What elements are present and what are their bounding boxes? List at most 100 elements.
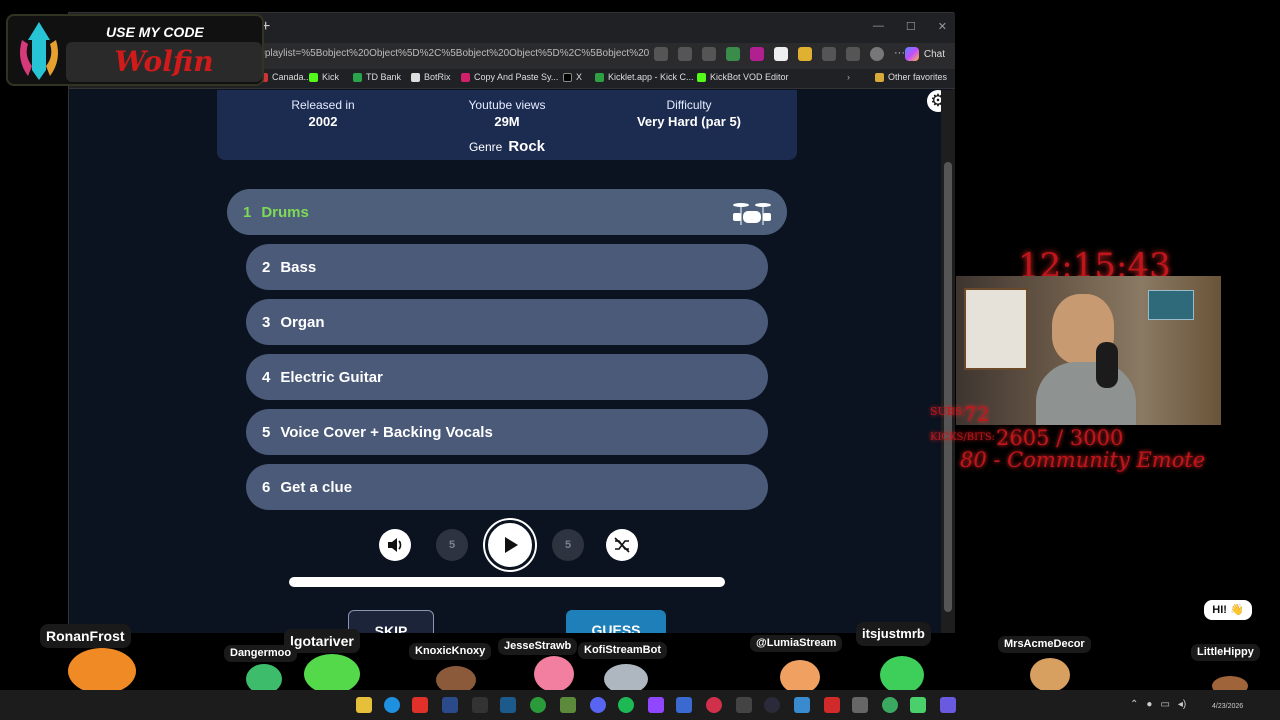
goal-text: 80 - Community Emote	[960, 448, 1206, 472]
released-info: Released in 2002	[291, 98, 355, 129]
track-drums[interactable]: 1 Drums	[227, 189, 787, 235]
play-button[interactable]	[485, 520, 535, 570]
track-organ[interactable]: 3 Organ	[246, 299, 768, 345]
chatter-name: KofiStreamBot	[578, 642, 668, 659]
streaming-app-icon[interactable]	[648, 697, 664, 713]
pin-app-icon[interactable]	[706, 697, 722, 713]
other-favorites[interactable]: Other favorites	[875, 72, 947, 82]
chatter-name: RonanFrost	[40, 624, 131, 648]
bookmark[interactable]: X	[563, 72, 582, 82]
edge-icon[interactable]	[384, 697, 400, 713]
copilot-icon	[904, 47, 919, 61]
kicks-label: KICKS/BITS:	[930, 432, 995, 443]
app-icon[interactable]	[736, 697, 752, 713]
chevron-up-icon[interactable]: ⌃	[1130, 699, 1138, 710]
bookmarks-overflow-icon[interactable]: ›	[847, 72, 850, 82]
app-icon[interactable]	[794, 697, 810, 713]
subs-label: SUBS:	[930, 405, 967, 418]
forward-5-button[interactable]: 5	[552, 529, 584, 561]
refresh-extension-icon[interactable]	[822, 47, 836, 61]
close-icon[interactable]: ✕	[938, 20, 947, 33]
bookmark[interactable]: Kicklet.app - Kick C...	[595, 72, 694, 82]
xbox-icon[interactable]	[530, 697, 546, 713]
track-electric-guitar[interactable]: 4 Electric Guitar	[246, 354, 768, 400]
volume-icon[interactable]: ◂)	[1178, 699, 1186, 710]
track-get-a-clue[interactable]: 6 Get a clue	[246, 464, 768, 510]
discord-icon[interactable]	[590, 697, 606, 713]
app-icon[interactable]	[442, 697, 458, 713]
rewind-5-button[interactable]: 5	[436, 529, 468, 561]
bookmark[interactable]: TD Bank	[353, 72, 401, 82]
obs-icon[interactable]	[764, 697, 780, 713]
bookmark[interactable]: Copy And Paste Sy...	[461, 72, 558, 82]
extension-icon[interactable]	[726, 47, 740, 61]
bookmark[interactable]: Canada...	[259, 72, 311, 82]
steam-icon[interactable]	[500, 697, 516, 713]
spotify-icon[interactable]	[618, 697, 634, 713]
vivaldi-icon[interactable]	[412, 697, 428, 713]
extension-icon[interactable]	[750, 47, 764, 61]
bookmark[interactable]: KickBot VOD Editor	[697, 72, 789, 82]
extension-icon[interactable]	[798, 47, 812, 61]
mod-app-icon[interactable]	[676, 697, 692, 713]
chatter-name: Dangermoo	[224, 645, 298, 662]
shuffle-off-button[interactable]	[606, 529, 638, 561]
lizard-avatar	[880, 656, 924, 694]
bookmark[interactable]: Kick	[309, 72, 339, 82]
minimize-icon[interactable]: —	[873, 20, 884, 33]
epic-games-icon[interactable]	[472, 697, 488, 713]
chatter-name: JesseStrawb	[498, 638, 578, 655]
pig-avatar	[534, 656, 574, 692]
play-icon	[505, 537, 518, 553]
sloth-avatar	[1030, 658, 1070, 692]
zoom-icon[interactable]	[678, 47, 692, 61]
chatter-name: @LumiaStream	[750, 635, 843, 652]
minecraft-icon[interactable]	[560, 697, 576, 713]
microphone-icon[interactable]: ●	[1146, 699, 1152, 710]
windows-taskbar: ⌃ ● ▭ ◂) 4/23/2026	[0, 690, 1280, 720]
bear-avatar	[780, 660, 820, 694]
frog-avatar	[304, 654, 360, 694]
gear-icon[interactable]: ⚙	[927, 90, 941, 112]
copilot-chat-button[interactable]: Chat	[904, 47, 945, 61]
app-icon[interactable]	[852, 697, 868, 713]
volume-button[interactable]	[379, 529, 411, 561]
lightning-app-icon[interactable]	[824, 697, 840, 713]
reader-icon[interactable]	[654, 47, 668, 61]
chatter-name: MrsAcmeDecor	[998, 636, 1091, 653]
favorites-icon[interactable]	[846, 47, 860, 61]
scrollbar[interactable]	[941, 90, 955, 633]
webcam-feed	[956, 276, 1221, 425]
rewind-icon: 5	[448, 539, 456, 551]
skip-button[interactable]: SKIP	[348, 610, 434, 633]
taskbar-date[interactable]: 4/23/2026	[1212, 703, 1243, 710]
speaker-icon	[388, 538, 402, 552]
track-bass[interactable]: 2 Bass	[246, 244, 768, 290]
kicks-value: 2605 / 3000	[996, 426, 1124, 450]
bookmark[interactable]: BotRix	[411, 72, 451, 82]
shuffle-icon	[614, 537, 630, 553]
streamer-body	[1036, 362, 1136, 425]
url-field[interactable]: =playlist=%5Bobject%20Object%5D%2C%5Bobj…	[259, 48, 649, 59]
system-tray: ⌃ ● ▭ ◂)	[1130, 699, 1186, 710]
views-info: Youtube views 29M	[468, 98, 546, 129]
app-icon[interactable]	[910, 697, 926, 713]
profile-icon[interactable]	[870, 47, 884, 61]
track-vocals[interactable]: 5 Voice Cover + Backing Vocals	[246, 409, 768, 455]
file-explorer-icon[interactable]	[356, 697, 372, 713]
maximize-icon[interactable]: ☐	[906, 20, 916, 33]
hi-bubble: HI! 👋	[1204, 600, 1252, 620]
browser-window: + — ☐ ✕ =playlist=%5Bobject%20Object%5D%…	[68, 12, 955, 633]
guess-button[interactable]: GUESS	[566, 610, 666, 633]
scrollbar-thumb[interactable]	[944, 162, 952, 612]
favorite-star-icon[interactable]	[702, 47, 716, 61]
network-icon[interactable]: ▭	[1160, 699, 1169, 710]
whiteboard	[964, 288, 1028, 370]
tiger-avatar	[68, 648, 136, 694]
drums-icon	[733, 203, 771, 225]
extension-icon[interactable]	[774, 47, 788, 61]
genre-info: Genre Rock	[468, 138, 546, 155]
calculator-icon[interactable]	[940, 697, 956, 713]
progress-bar[interactable]	[289, 577, 725, 587]
chatgpt-icon[interactable]	[882, 697, 898, 713]
